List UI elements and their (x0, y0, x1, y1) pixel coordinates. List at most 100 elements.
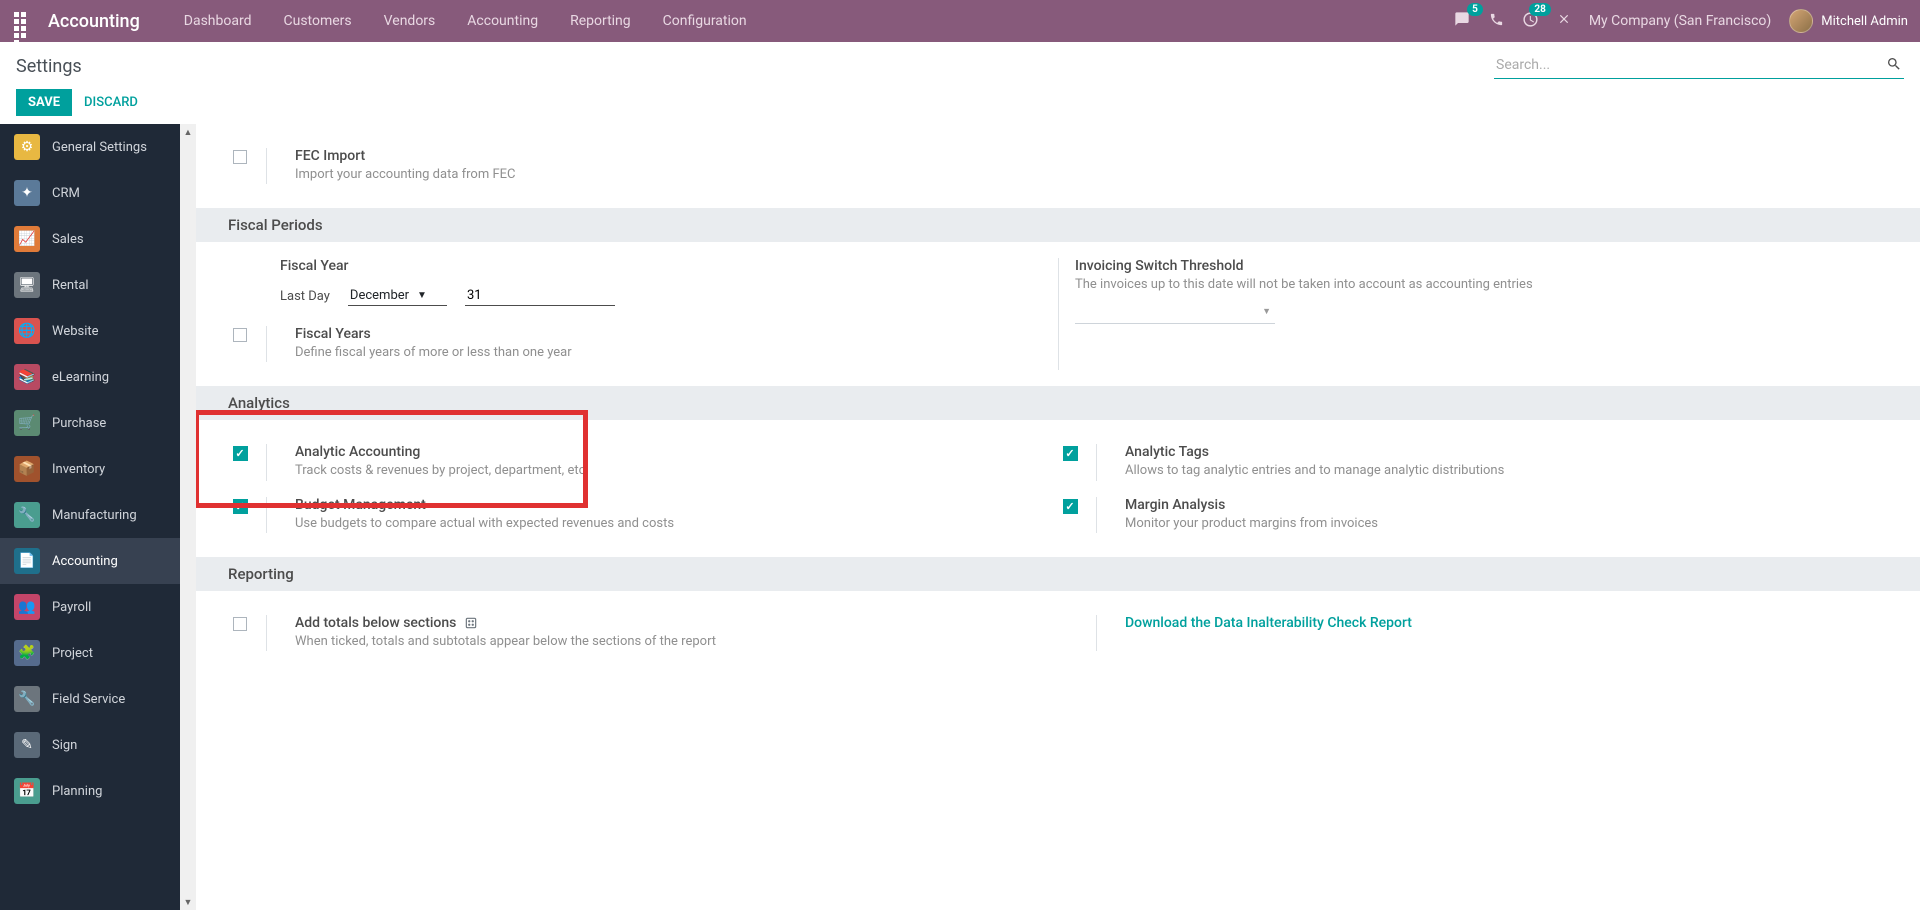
sidebar-item-sales[interactable]: 📈 Sales (0, 216, 180, 262)
sidebar-icon: 🔧 (14, 686, 40, 712)
scroll-down-icon[interactable]: ▼ (180, 894, 196, 910)
sidebar-icon: ✦ (14, 180, 40, 206)
sidebar-item-label: eLearning (52, 370, 109, 385)
totals-desc: When ticked, totals and subtotals appear… (295, 633, 1028, 651)
fiscal-years-checkbox[interactable] (233, 328, 247, 342)
sidebar-icon: 📄 (14, 548, 40, 574)
sidebar-item-field-service[interactable]: 🔧Field Service (0, 676, 180, 722)
analytic-accounting-desc: Track costs & revenues by project, depar… (295, 462, 1028, 480)
sidebar-icon: 🛒 (14, 410, 40, 436)
sidebar-item-crm[interactable]: ✦ CRM (0, 170, 180, 216)
budget-management-title: Budget Management (295, 497, 1028, 513)
sidebar-icon: 📚 (14, 364, 40, 390)
discard-button[interactable]: DISCARD (84, 95, 138, 110)
activities-icon[interactable]: 28 (1522, 11, 1539, 32)
messages-icon[interactable]: 5 (1453, 11, 1471, 31)
activities-badge: 28 (1529, 3, 1550, 16)
analytic-tags-checkbox[interactable] (1063, 446, 1078, 461)
totals-checkbox[interactable] (233, 617, 247, 631)
breadcrumb: Settings (16, 52, 82, 77)
sidebar-item-label: Project (52, 646, 93, 661)
analytics-header: Analytics (196, 386, 1920, 420)
fec-import-desc: Import your accounting data from FEC (295, 166, 1858, 184)
analytic-tags-desc: Allows to tag analytic entries and to ma… (1125, 462, 1858, 480)
sidebar-icon: 🧩 (14, 640, 40, 666)
budget-management-checkbox[interactable] (233, 499, 248, 514)
sidebar-icon: 📅 (14, 778, 40, 804)
sidebar-item-sign[interactable]: ✎ Sign (0, 722, 180, 768)
sidebar-item-label: Sales (52, 232, 84, 247)
nav-reporting[interactable]: Reporting (554, 3, 647, 39)
avatar (1789, 9, 1813, 33)
control-panel: Settings SAVE DISCARD (0, 42, 1920, 124)
fiscal-month-select[interactable]: December ▼ (348, 286, 447, 306)
sidebar-item-label: Accounting (52, 554, 118, 569)
invoicing-threshold-input[interactable] (1075, 304, 1275, 324)
analytic-accounting-checkbox[interactable] (233, 446, 248, 461)
sidebar-item-label: Purchase (52, 416, 106, 431)
sidebar-item-rental[interactable]: 🖥Rental (0, 262, 180, 308)
chevron-down-icon[interactable]: ▼ (1262, 306, 1271, 317)
sidebar-icon: 🖥 (14, 272, 40, 298)
sidebar-item-label: Sign (52, 738, 77, 753)
search-input[interactable] (1494, 52, 1904, 79)
phone-icon[interactable] (1489, 12, 1504, 31)
nav-accounting[interactable]: Accounting (451, 3, 554, 39)
sidebar-item-label: Inventory (52, 462, 105, 477)
sidebar-item-general-settings[interactable]: ⚙General Settings (0, 124, 180, 170)
fiscal-day-input[interactable] (465, 286, 615, 306)
app-brand: Accounting (48, 11, 140, 32)
sidebar-item-label: General Settings (52, 140, 147, 155)
nav-menu: Dashboard Customers Vendors Accounting R… (168, 3, 763, 39)
nav-dashboard[interactable]: Dashboard (168, 3, 268, 39)
invoicing-threshold-desc: The invoices up to this date will not be… (1075, 276, 1888, 294)
sidebar-item-purchase[interactable]: 🛒 Purchase (0, 400, 180, 446)
chevron-down-icon: ▼ (417, 290, 427, 301)
sidebar-item-label: CRM (52, 186, 80, 201)
sidebar-item-inventory[interactable]: 📦 Inventory (0, 446, 180, 492)
sidebar-item-website[interactable]: 🌐 Website (0, 308, 180, 354)
invoicing-threshold-title: Invoicing Switch Threshold (1075, 258, 1888, 274)
margin-analysis-checkbox[interactable] (1063, 499, 1078, 514)
user-name: Mitchell Admin (1821, 14, 1908, 29)
sidebar-item-project[interactable]: 🧩 Project (0, 630, 180, 676)
search-icon[interactable] (1886, 56, 1902, 76)
settings-sidebar: ⚙General Settings ✦ CRM 📈 Sales 🖥Rental 🌐 Websi… (0, 124, 180, 910)
sidebar-icon: 📦 (14, 456, 40, 482)
sidebar-item-label: Manufacturing (52, 508, 137, 523)
sidebar-icon: 🌐 (14, 318, 40, 344)
sidebar-item-label: Website (52, 324, 99, 339)
last-day-label: Last Day (280, 289, 330, 304)
sidebar-icon: 📈 (14, 226, 40, 252)
reporting-header: Reporting (196, 557, 1920, 591)
company-selector[interactable]: My Company (San Francisco) (1589, 13, 1771, 29)
top-navbar: Accounting Dashboard Customers Vendors A… (0, 0, 1920, 42)
user-menu[interactable]: Mitchell Admin (1789, 9, 1908, 33)
download-report-link[interactable]: Download the Data Inalterability Check R… (1125, 615, 1858, 631)
sidebar-icon: 🔧 (14, 502, 40, 528)
apps-menu-icon[interactable] (12, 10, 34, 32)
sidebar-item-manufacturing[interactable]: 🔧 Manufacturing (0, 492, 180, 538)
nav-right: 5 28 My Company (San Francisco) Mitchell… (1453, 9, 1908, 33)
budget-management-desc: Use budgets to compare actual with expec… (295, 515, 1028, 533)
nav-vendors[interactable]: Vendors (368, 3, 452, 39)
save-button[interactable]: SAVE (16, 89, 72, 116)
sidebar-item-planning[interactable]: 📅Planning (0, 768, 180, 814)
sidebar-item-elearning[interactable]: 📚 eLearning (0, 354, 180, 400)
search-box (1494, 52, 1904, 79)
fiscal-years-title: Fiscal Years (295, 326, 1028, 342)
scroll-up-icon[interactable]: ▲ (180, 124, 196, 140)
close-debug-icon[interactable] (1557, 12, 1571, 30)
sidebar-item-accounting[interactable]: 📄 Accounting (0, 538, 180, 584)
sidebar-item-label: Payroll (52, 600, 91, 615)
sidebar-item-payroll[interactable]: 👥Payroll (0, 584, 180, 630)
margin-analysis-desc: Monitor your product margins from invoic… (1125, 515, 1858, 533)
nav-customers[interactable]: Customers (268, 3, 368, 39)
nav-configuration[interactable]: Configuration (647, 3, 763, 39)
sidebar-icon: ✎ (14, 732, 40, 758)
margin-analysis-title: Margin Analysis (1125, 497, 1858, 513)
fec-import-checkbox[interactable] (233, 150, 247, 164)
sidebar-scrollbar[interactable]: ▲ ▼ (180, 124, 196, 910)
totals-title: Add totals below sections (295, 615, 1028, 631)
main-area: ⚙General Settings ✦ CRM 📈 Sales 🖥Rental 🌐 Websi… (0, 124, 1920, 910)
